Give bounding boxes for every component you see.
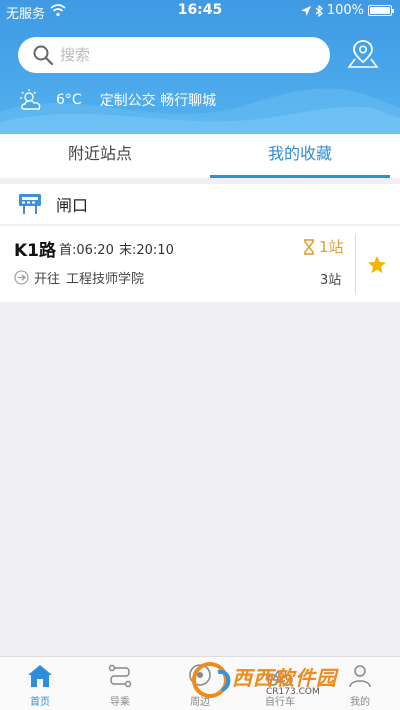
location-arrow-icon bbox=[300, 5, 311, 16]
route-name: K1路 bbox=[14, 241, 57, 261]
tab-my-favorites[interactable]: 我的收藏 bbox=[200, 134, 400, 178]
first-bus-time: 首:06:20 bbox=[59, 243, 114, 258]
tab-bar: 附近站点 我的收藏 bbox=[0, 134, 400, 178]
stop-count: 3站 bbox=[320, 273, 342, 288]
location-pin-icon[interactable] bbox=[346, 38, 380, 70]
home-icon bbox=[28, 665, 52, 687]
city-slogan: 定制公交 畅行聊城 bbox=[99, 93, 217, 109]
watermark: 西西软件园 CR173.COM bbox=[190, 660, 376, 702]
battery-percent: 100% bbox=[326, 3, 364, 18]
route-card[interactable]: K1路 首:06:20 末:20:10 1站 开往 工程技师学院 3站 bbox=[0, 226, 400, 302]
nav-label-guide: 导乘 bbox=[110, 697, 130, 708]
status-bar: 无服务 16:45 100% bbox=[0, 0, 400, 22]
arrival-info: 1站 bbox=[303, 236, 344, 257]
nav-label-home: 首页 bbox=[30, 697, 50, 708]
arrow-right-circle-icon bbox=[14, 270, 29, 285]
battery-icon bbox=[368, 5, 394, 16]
route-icon bbox=[108, 664, 132, 688]
direction-row: 开往 工程技师学院 bbox=[14, 268, 144, 287]
watermark-sub: CR173.COM bbox=[266, 687, 320, 697]
status-right: 100% bbox=[300, 3, 394, 18]
bus-stop-icon bbox=[19, 194, 41, 214]
search-input[interactable] bbox=[60, 46, 300, 64]
search-bar[interactable] bbox=[18, 37, 330, 73]
nav-guide[interactable]: 导乘 bbox=[80, 657, 160, 710]
last-bus-time: 末:20:10 bbox=[119, 243, 174, 258]
temperature: 6°C bbox=[56, 92, 82, 108]
favorite-star-icon[interactable] bbox=[366, 254, 388, 276]
header: 无服务 16:45 100% 搜索 6°C 定制公交 畅行聊城 bbox=[0, 0, 400, 134]
hourglass-icon bbox=[304, 238, 314, 255]
arrival-stops: 1站 bbox=[319, 238, 344, 256]
tab-nearby-stations[interactable]: 附近站点 bbox=[0, 134, 200, 178]
bluetooth-icon bbox=[315, 4, 323, 17]
search-icon bbox=[33, 45, 54, 66]
nav-home[interactable]: 首页 bbox=[0, 657, 80, 710]
station-name: 闸口 bbox=[56, 196, 89, 215]
watermark-logo-icon bbox=[192, 662, 231, 698]
station-header[interactable]: 闸口 bbox=[0, 184, 400, 224]
destination: 工程技师学院 bbox=[66, 272, 145, 287]
partly-cloudy-icon bbox=[20, 89, 41, 110]
weather-row: 6°C 定制公交 畅行聊城 bbox=[16, 88, 216, 112]
divider bbox=[355, 234, 356, 294]
direction-label: 开往 bbox=[34, 272, 61, 287]
